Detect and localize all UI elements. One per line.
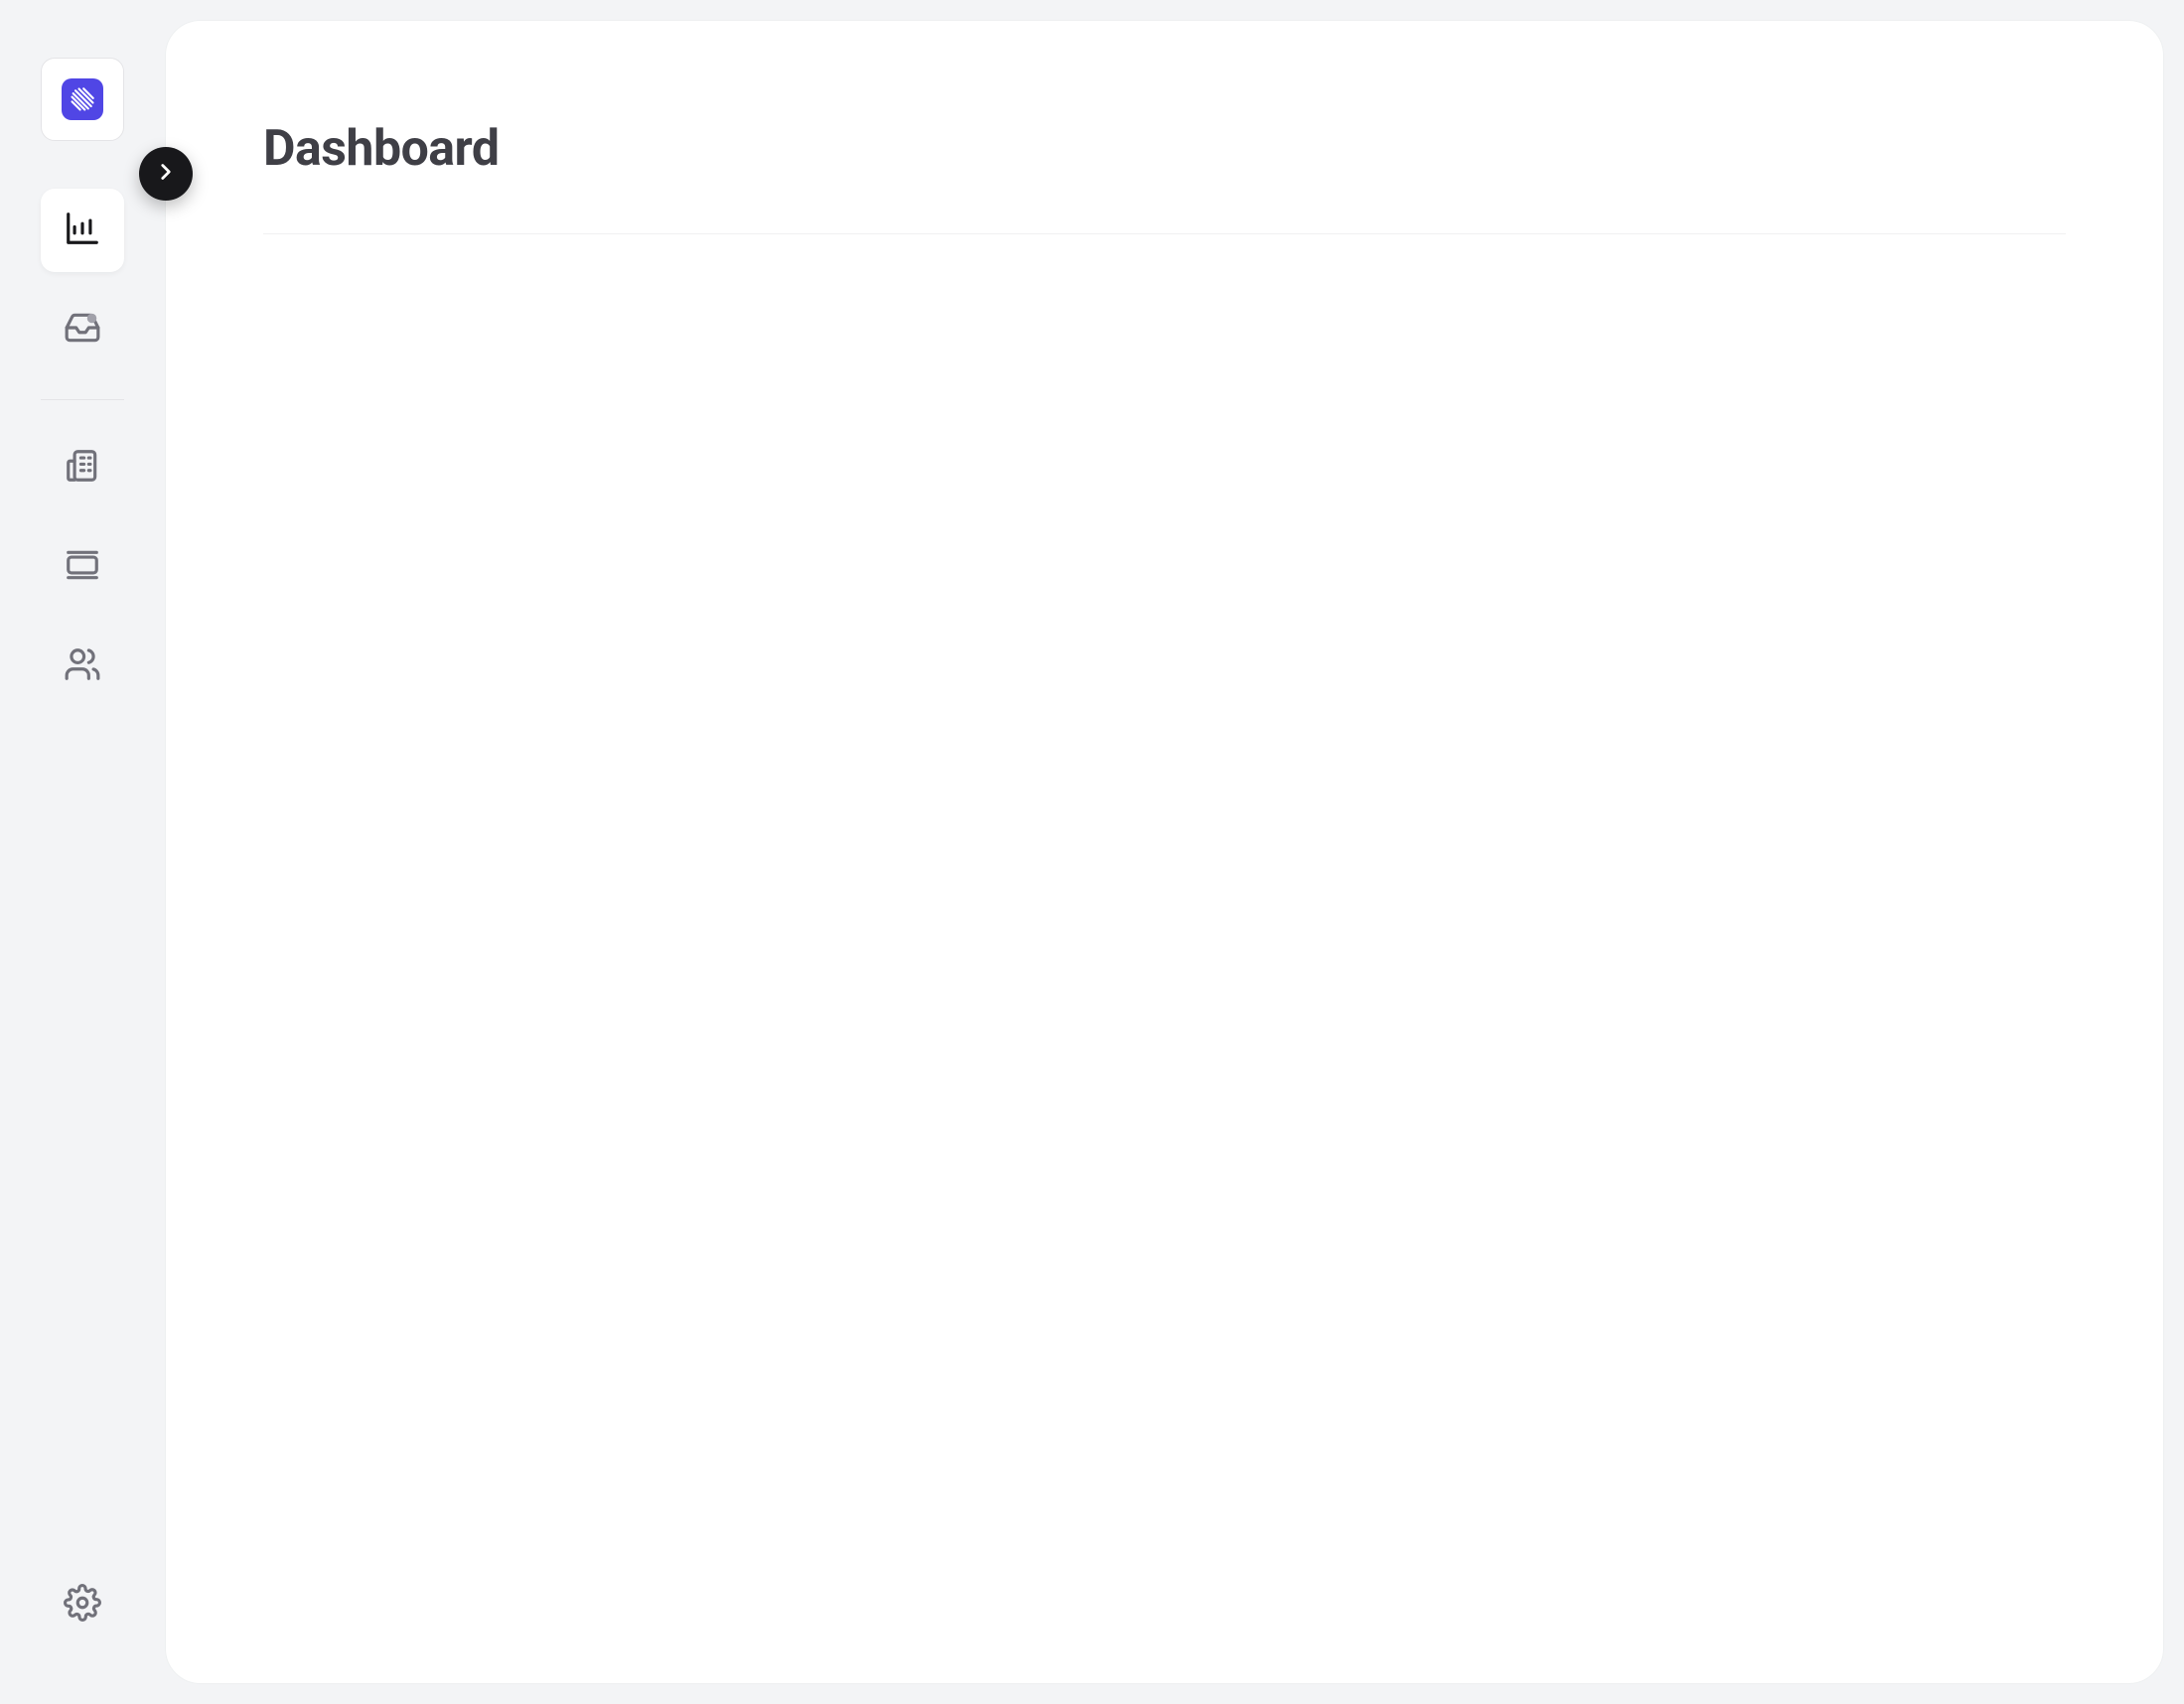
sidebar-item-settings[interactable]	[41, 1563, 124, 1646]
building-icon	[64, 447, 101, 489]
settings-icon	[64, 1584, 101, 1626]
chevron-right-icon	[153, 159, 179, 189]
title-divider	[263, 233, 2066, 234]
sidebar-item-inbox[interactable]	[41, 288, 124, 371]
users-icon	[64, 645, 101, 687]
sidebar-item-team[interactable]	[41, 625, 124, 708]
sidebar-item-dashboard[interactable]	[41, 189, 124, 272]
inbox-icon	[64, 309, 101, 351]
app-logo[interactable]	[41, 58, 124, 141]
sidebar-item-projects[interactable]	[41, 525, 124, 609]
linear-logo-icon	[62, 78, 103, 120]
page-title: Dashboard	[263, 120, 2066, 178]
sidebar-expand-button[interactable]	[139, 147, 193, 201]
main-content: Dashboard	[165, 20, 2164, 1684]
panel-icon	[64, 546, 101, 588]
bar-chart-icon	[64, 210, 101, 251]
sidebar-divider	[41, 399, 124, 400]
sidebar	[0, 0, 165, 1704]
sidebar-item-organization[interactable]	[41, 426, 124, 509]
